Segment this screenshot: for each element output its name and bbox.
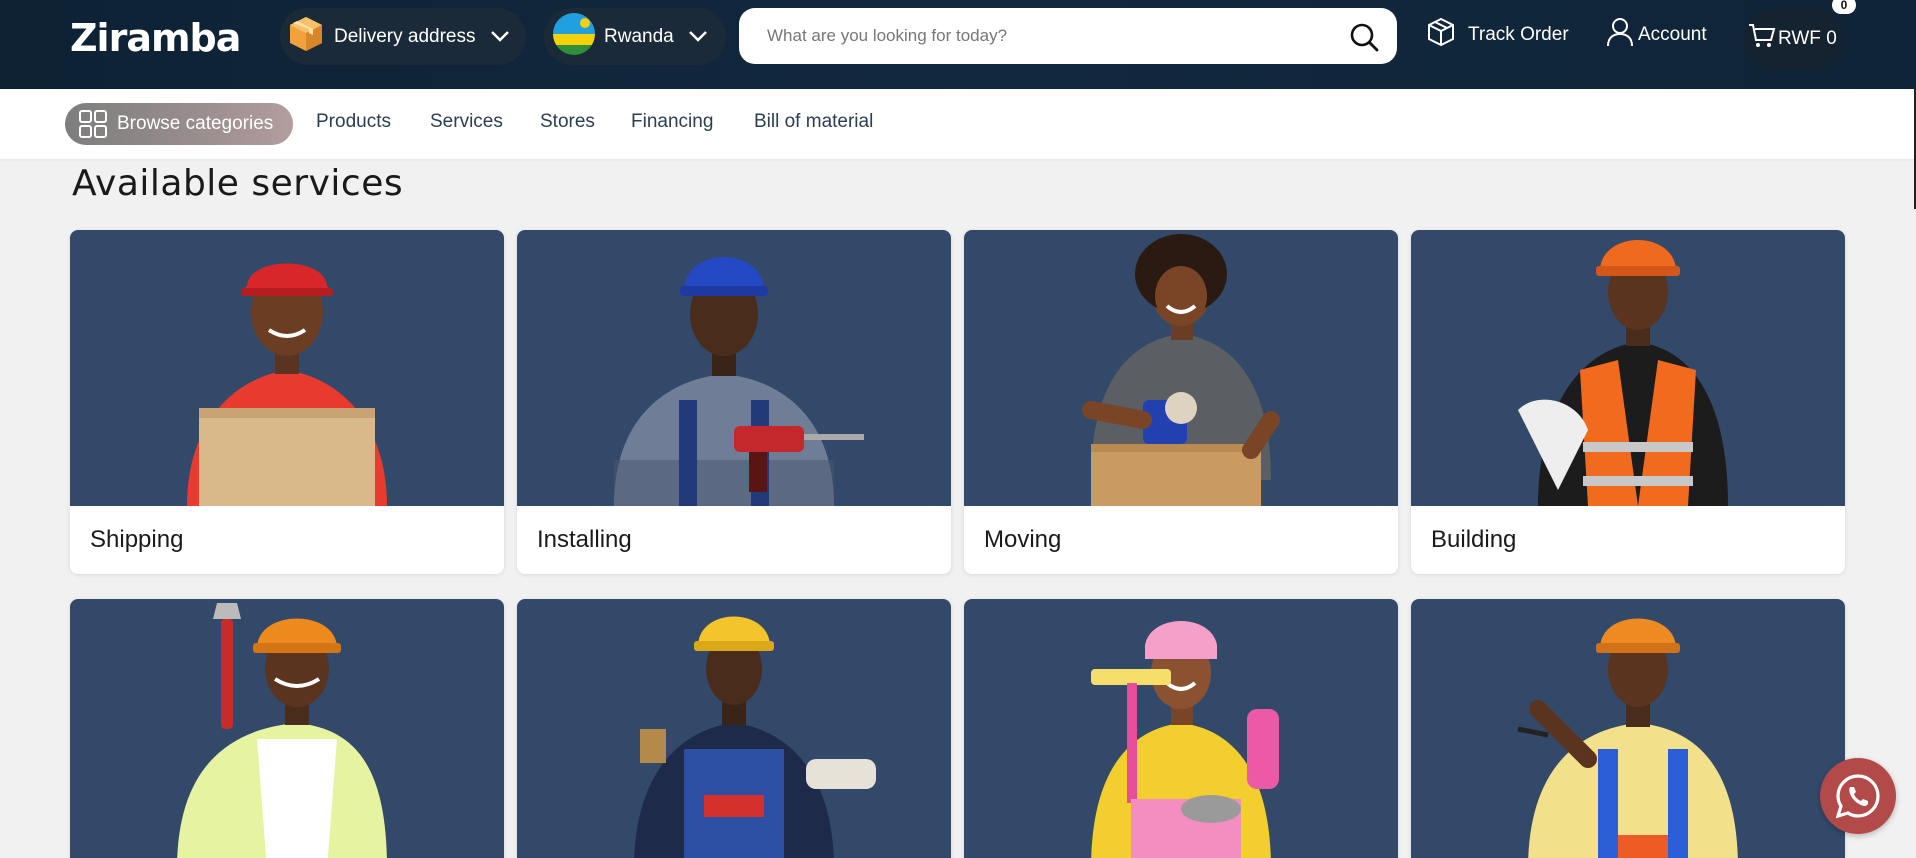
- category-nav: Browse categories Products Services Stor…: [0, 89, 1916, 159]
- service-label: Building: [1431, 526, 1517, 553]
- site-logo[interactable]: Ziramba: [70, 18, 242, 58]
- track-order-label: Track Order: [1468, 24, 1569, 45]
- service-card[interactable]: [70, 599, 504, 858]
- service-label: Moving: [984, 526, 1062, 553]
- service-label: Shipping: [90, 526, 184, 553]
- country-selector[interactable]: Rwanda: [544, 8, 726, 65]
- account-link[interactable]: Account: [1606, 18, 1707, 52]
- service-card-installing[interactable]: Installing: [517, 230, 951, 574]
- country-label: Rwanda: [604, 25, 674, 47]
- delivery-address-label: Delivery address: [334, 25, 476, 47]
- service-card[interactable]: [517, 599, 951, 858]
- cart-button[interactable]: RWF 0: [1744, 8, 1844, 70]
- browse-categories-button[interactable]: Browse categories: [65, 103, 293, 145]
- nav-link-services[interactable]: Services: [430, 111, 503, 133]
- person-with-paintbrush-icon: [517, 599, 951, 858]
- account-label: Account: [1638, 24, 1707, 45]
- person-taping-box-icon: [964, 230, 1398, 506]
- grid-icon: [79, 110, 107, 138]
- package-icon: [288, 15, 324, 59]
- person-with-drill-icon: [517, 230, 951, 506]
- nav-link-stores[interactable]: Stores: [540, 111, 595, 133]
- cart-total: RWF 0: [1778, 28, 1837, 49]
- whatsapp-icon: [1835, 774, 1880, 819]
- search-bar: [739, 8, 1397, 64]
- service-card-moving[interactable]: Moving: [964, 230, 1398, 574]
- whatsapp-chat-button[interactable]: [1820, 758, 1896, 834]
- nav-link-financing[interactable]: Financing: [631, 111, 713, 133]
- search-icon[interactable]: [1349, 22, 1379, 52]
- person-with-blueprint-icon: [1411, 230, 1845, 506]
- top-header: Ziramba Delivery address Rwanda What are…: [0, 0, 1916, 89]
- person-with-box-icon: [70, 230, 504, 506]
- user-icon: [1606, 17, 1634, 53]
- browse-categories-label: Browse categories: [117, 113, 274, 134]
- service-label: Installing: [537, 526, 632, 553]
- chevron-down-icon: [490, 26, 510, 48]
- person-with-cleaning-supplies-icon: [964, 599, 1398, 858]
- chevron-down-icon: [688, 26, 708, 48]
- person-pointing-icon: [1411, 599, 1845, 858]
- box-icon: [1426, 17, 1456, 53]
- service-card-building[interactable]: Building: [1411, 230, 1845, 574]
- page-title: Available services: [72, 163, 404, 204]
- person-with-wrench-icon: [70, 599, 504, 858]
- service-card-shipping[interactable]: Shipping: [70, 230, 504, 574]
- service-card[interactable]: [1411, 599, 1845, 858]
- rwanda-flag-icon: [552, 12, 596, 62]
- nav-link-products[interactable]: Products: [316, 111, 391, 133]
- service-card[interactable]: [964, 599, 1398, 858]
- cart-count-badge: 0: [1832, 0, 1856, 14]
- nav-link-bill-of-material[interactable]: Bill of material: [754, 111, 873, 133]
- cart-icon: [1748, 22, 1776, 56]
- track-order-link[interactable]: Track Order: [1426, 17, 1569, 53]
- delivery-address-button[interactable]: Delivery address: [280, 8, 526, 65]
- search-input[interactable]: [767, 26, 1327, 46]
